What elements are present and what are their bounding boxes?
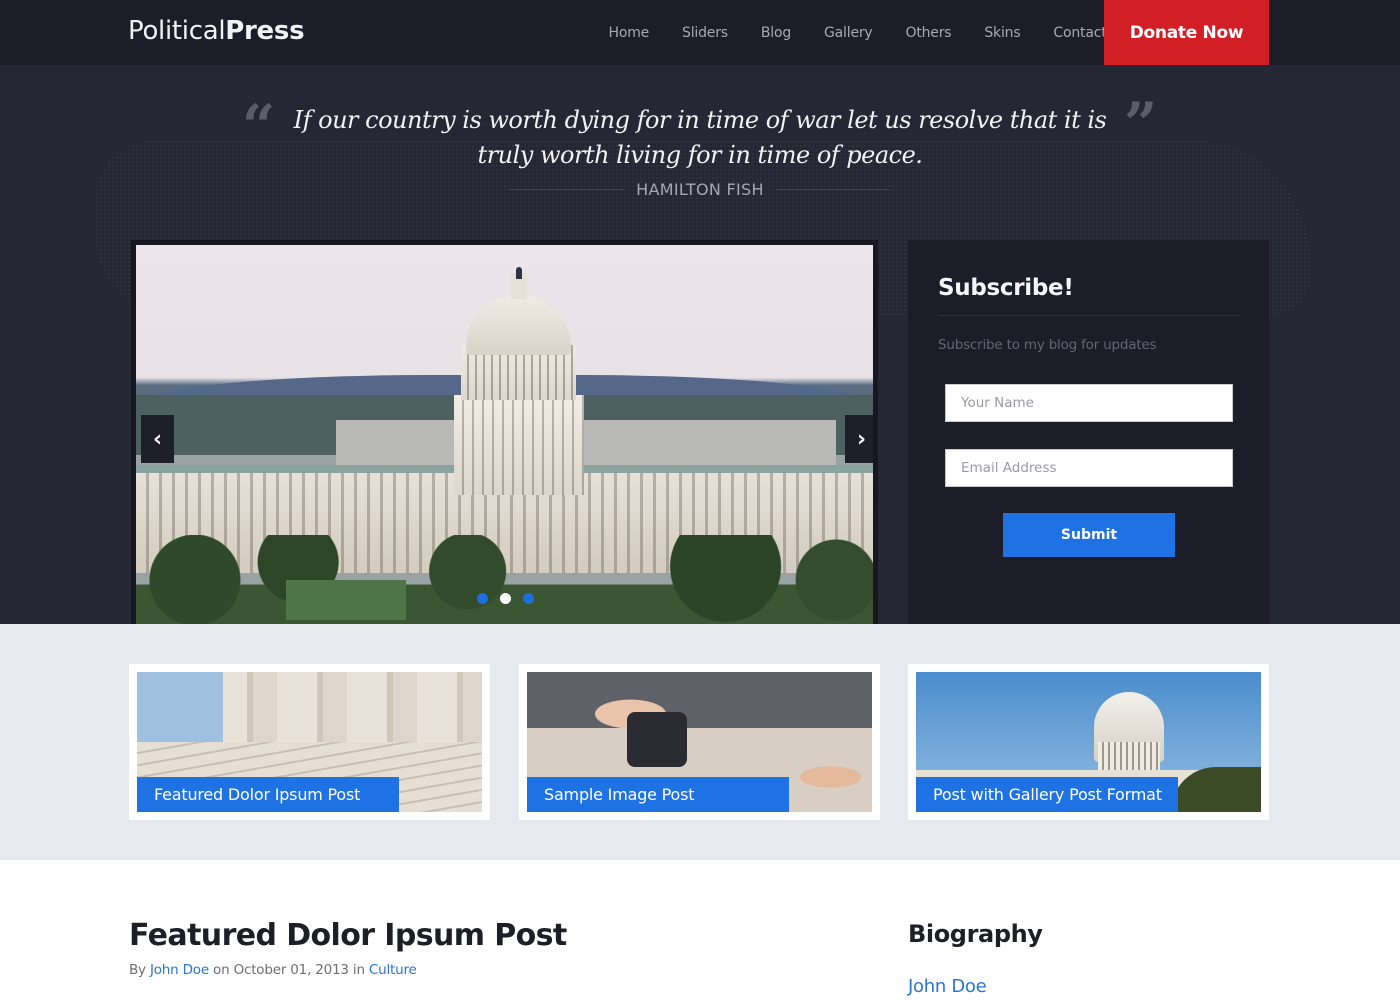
- logo-text-light: Political: [128, 16, 226, 46]
- author-link[interactable]: John Doe: [150, 962, 209, 978]
- slide-image-capitol: ‹ ›: [136, 245, 873, 624]
- main-nav: Home Sliders Blog Gallery Others Skins C…: [592, 0, 1123, 65]
- chevron-right-icon: ›: [856, 426, 867, 452]
- biography-name-link[interactable]: John Doe: [908, 976, 987, 997]
- category-link[interactable]: Culture: [369, 962, 417, 978]
- divider-right: [775, 189, 890, 190]
- slide-statue: [516, 267, 522, 279]
- quote-attribution: HAMILTON FISH: [510, 180, 890, 199]
- biography-title: Biography: [908, 920, 1043, 948]
- nav-gallery[interactable]: Gallery: [808, 25, 889, 41]
- subscribe-widget: Subscribe! Subscribe to my blog for upda…: [908, 240, 1269, 624]
- name-input[interactable]: [945, 384, 1233, 422]
- slider-pagination: [477, 593, 534, 604]
- featured-card-label: Featured Dolor Ipsum Post: [137, 777, 399, 812]
- site-logo[interactable]: PoliticalPress: [128, 16, 305, 46]
- meta-date: on October 01, 2013 in: [208, 962, 369, 978]
- slider-dot-2[interactable]: [500, 593, 511, 604]
- stamp-image: Sample Image Post: [527, 672, 872, 812]
- logo-text-bold: Press: [225, 16, 305, 46]
- featured-card-1[interactable]: Featured Dolor Ipsum Post: [129, 664, 490, 820]
- subscribe-description: Subscribe to my blog for updates: [938, 337, 1157, 353]
- quote-author: HAMILTON FISH: [636, 180, 764, 199]
- submit-button[interactable]: Submit: [1003, 513, 1175, 557]
- slide-trees: [136, 535, 873, 624]
- featured-card-2[interactable]: Sample Image Post: [519, 664, 880, 820]
- slider-dot-1[interactable]: [477, 593, 488, 604]
- meta-by: By: [129, 962, 150, 978]
- chevron-left-icon: ‹: [152, 426, 163, 452]
- hero-section: “ If our country is worth dying for in t…: [0, 65, 1400, 624]
- image-slider: ‹ ›: [131, 240, 878, 624]
- slide-back-buildings: [336, 420, 836, 465]
- featured-card-label: Post with Gallery Post Format: [916, 777, 1178, 812]
- subscribe-title: Subscribe!: [938, 275, 1074, 301]
- nav-sliders[interactable]: Sliders: [666, 25, 745, 41]
- slide-lawn: [286, 580, 406, 620]
- featured-card-label: Sample Image Post: [527, 777, 789, 812]
- capitol-image: Post with Gallery Post Format: [916, 672, 1261, 812]
- subscribe-divider: [938, 315, 1240, 316]
- capitol-drum-shape: [1098, 742, 1160, 772]
- featured-card-3[interactable]: Post with Gallery Post Format: [908, 664, 1269, 820]
- slide-dome: [466, 295, 571, 355]
- nav-others[interactable]: Others: [889, 25, 968, 41]
- featured-posts-strip: Featured Dolor Ipsum Post Sample Image P…: [0, 624, 1400, 860]
- nav-home[interactable]: Home: [592, 25, 666, 41]
- slider-dot-3[interactable]: [523, 593, 534, 604]
- close-quote-icon: ”: [1124, 90, 1158, 158]
- post-meta: By John Doe on October 01, 2013 in Cultu…: [129, 962, 417, 978]
- slide-capitol-center: [454, 395, 584, 495]
- donate-now-button[interactable]: Donate Now: [1104, 0, 1269, 65]
- columns-image: Featured Dolor Ipsum Post: [137, 672, 482, 812]
- nav-blog[interactable]: Blog: [744, 25, 807, 41]
- divider-left: [510, 189, 625, 190]
- slider-prev-button[interactable]: ‹: [141, 415, 174, 463]
- post-title[interactable]: Featured Dolor Ipsum Post: [129, 918, 567, 953]
- nav-skins[interactable]: Skins: [968, 25, 1037, 41]
- slider-next-button[interactable]: ›: [845, 415, 873, 463]
- top-navbar: PoliticalPress Home Sliders Blog Gallery…: [0, 0, 1400, 65]
- hero-quote: If our country is worth dying for in tim…: [293, 106, 1107, 169]
- email-input[interactable]: [945, 449, 1233, 487]
